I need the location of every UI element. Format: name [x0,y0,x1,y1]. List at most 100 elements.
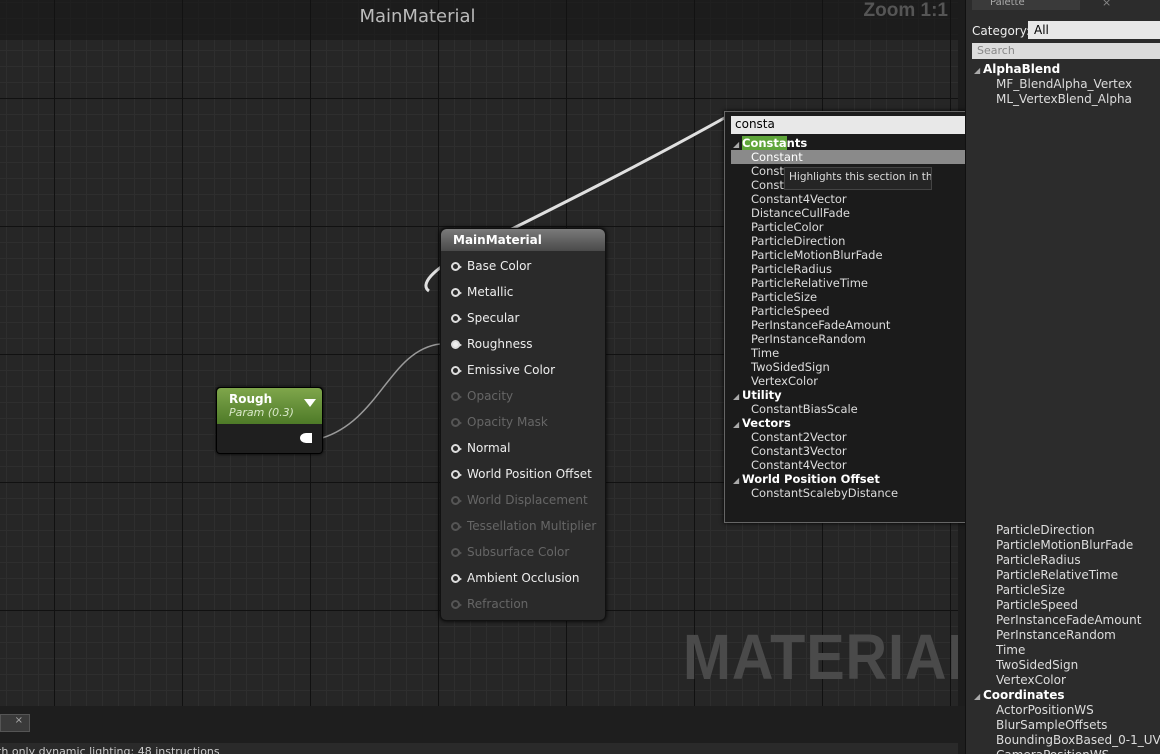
input-pin[interactable]: Opacity [451,386,513,406]
palette-item-label: AlphaBlend [983,62,1061,76]
palette-item-label: ParticleDirection [996,523,1095,537]
pin-label: World Displacement [467,493,588,507]
palette-item-label: ParticleMotionBlurFade [996,538,1134,552]
input-pin[interactable]: Roughness [451,334,532,354]
expand-triangle-icon[interactable]: ◢ [974,689,983,704]
palette-tab[interactable]: Palette [972,0,1080,10]
pin-label: Roughness [467,337,533,351]
input-pin[interactable]: World Displacement [451,490,588,510]
palette-item[interactable]: BlurSampleOffsets [974,718,1160,733]
pin-circle-icon[interactable] [451,261,462,271]
palette-item-label: Coordinates [983,688,1065,702]
status-text: ith only dynamic lighting: 48 instructio… [0,743,958,754]
input-pin[interactable]: Ambient Occlusion [451,568,579,588]
pin-circle-icon[interactable] [451,339,462,349]
input-pin[interactable]: Base Color [451,256,531,276]
pin-label: Opacity Mask [467,415,548,429]
palette-category[interactable]: ◢ AlphaBlend [974,62,1160,77]
palette-search-input[interactable]: Search [972,43,1160,59]
input-pin[interactable]: Subsurface Color [451,542,569,562]
search-match-highlight: Consta [742,136,787,150]
pin-circle-icon[interactable] [451,469,462,479]
input-pin[interactable]: Metallic [451,282,513,302]
menu-category-label: nts [786,136,808,150]
pin-circle-icon[interactable] [451,313,462,323]
palette-item[interactable]: TwoSidedSign [974,658,1160,673]
rough-node-subtitle: Param (0.3) [229,406,294,419]
rough-node-header[interactable]: Rough Param (0.3) [217,388,322,424]
palette-item-label: PerInstanceRandom [996,628,1116,642]
palette-item[interactable]: VertexColor [974,673,1160,688]
pin-label: Metallic [467,285,514,299]
palette-panel[interactable]: Palette × Category: All Search ◢ AlphaBle… [965,0,1160,754]
category-select[interactable]: All [1028,21,1160,39]
palette-item[interactable]: ParticleRelativeTime [974,568,1160,583]
expand-triangle-icon[interactable]: ◢ [974,63,983,78]
palette-item[interactable]: PerInstanceRandom [974,628,1160,643]
main-material-node[interactable]: MainMaterial Base Color Metallic Specular R… [440,228,606,621]
pin-label: World Position Offset [467,467,592,481]
input-pin[interactable]: Refraction [451,594,528,614]
input-pin[interactable]: Specular [451,308,519,328]
palette-item[interactable]: ActorPositionWS [974,703,1160,718]
close-icon[interactable]: × [15,715,23,726]
palette-item[interactable]: ParticleMotionBlurFade [974,538,1160,553]
input-pin[interactable]: Opacity Mask [451,412,548,432]
palette-item-label: Time [996,643,1026,657]
rough-param-node[interactable]: Rough Param (0.3) [216,387,323,454]
pin-label: Ambient Occlusion [467,571,580,585]
input-pin[interactable]: Tessellation Multiplier [451,516,596,536]
palette-item-label: ActorPositionWS [996,703,1094,717]
menu-category-label: Vectors [742,416,791,430]
bottom-tab[interactable]: × [0,714,30,732]
pin-label: Subsurface Color [467,545,570,559]
pin-circle-icon[interactable] [451,521,462,531]
roughness-wire [321,343,441,439]
section-tooltip: Highlights this section in the [784,167,932,190]
palette-item-label: ParticleRadius [996,553,1081,567]
pin-circle-icon[interactable] [451,391,462,401]
palette-item-label: MF_BlendAlpha_Vertex [996,77,1133,91]
menu-category-label: Utility [742,388,782,402]
category-label: Category: [972,24,1030,38]
output-pin-icon[interactable] [300,433,312,443]
pin-label: Emissive Color [467,363,556,377]
palette-item-label: BoundingBoxBased_0-1_UVW [996,733,1160,747]
context-search-value: consta [735,117,775,131]
pin-label: Specular [467,311,520,325]
palette-item[interactable]: ParticleRadius [974,553,1160,568]
close-icon[interactable]: × [1102,0,1111,9]
palette-item[interactable]: ParticleSize [974,583,1160,598]
palette-item[interactable]: ParticleSpeed [974,598,1160,613]
input-pin[interactable]: World Position Offset [451,464,592,484]
palette-item-label: ML_VertexBlend_Alpha [996,92,1132,106]
pin-circle-icon[interactable] [451,287,462,297]
input-pin[interactable]: Normal [451,438,510,458]
pin-circle-icon[interactable] [451,495,462,505]
palette-list-top[interactable]: ◢ AlphaBlend MF_BlendAlpha_Vertex ML_Vertex… [974,62,1160,107]
palette-item-label: ParticleSize [996,583,1065,597]
palette-item-label: PerInstanceFadeAmount [996,613,1142,627]
palette-item[interactable]: MF_BlendAlpha_Vertex [974,77,1160,92]
input-pin[interactable]: Emissive Color [451,360,555,380]
palette-item[interactable]: CameraPositionWS [974,748,1160,754]
pin-circle-icon[interactable] [451,443,462,453]
palette-item[interactable]: ParticleDirection [974,523,1160,538]
main-node-title[interactable]: MainMaterial [441,229,605,251]
pin-circle-icon[interactable] [451,599,462,609]
pin-circle-icon[interactable] [451,547,462,557]
collapse-arrow-icon[interactable] [304,399,316,407]
palette-category[interactable]: ◢ Coordinates [974,688,1160,703]
pin-circle-icon[interactable] [451,573,462,583]
palette-item[interactable]: Time [974,643,1160,658]
palette-item-label: VertexColor [996,673,1066,687]
palette-item[interactable]: ML_VertexBlend_Alpha [974,92,1160,107]
palette-list-bottom[interactable]: ParticleDirection ParticleMotionBlurFade P… [974,523,1160,754]
pin-label: Base Color [467,259,532,273]
pin-circle-icon[interactable] [451,365,462,375]
palette-item[interactable]: PerInstanceFadeAmount [974,613,1160,628]
palette-item-label: TwoSidedSign [996,658,1079,672]
pin-circle-icon[interactable] [451,417,462,427]
palette-item[interactable]: BoundingBoxBased_0-1_UVW [974,733,1160,748]
palette-item-label: CameraPositionWS [996,748,1109,754]
